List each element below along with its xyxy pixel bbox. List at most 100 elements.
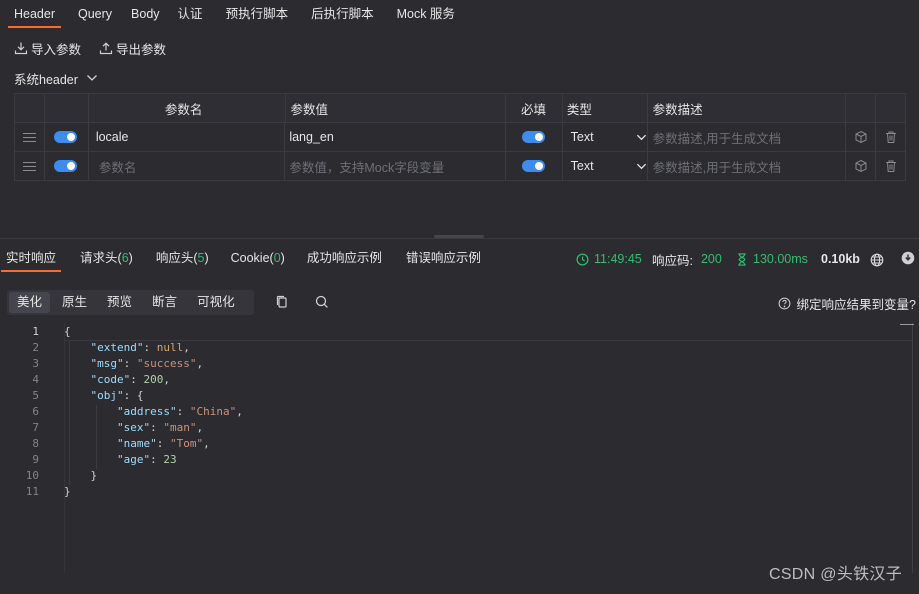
code-line: 9 "age": 23	[0, 452, 900, 468]
code-text: "address": "China",	[117, 404, 243, 420]
view-assert[interactable]: 断言	[144, 292, 185, 313]
params-table: 参数名 参数值 必填 类型 参数描述 locale lang_en Text 参…	[14, 93, 906, 181]
response-tabs: 实时响应 请求头(6) 响应头(5) Cookie(0) 成功响应示例 错误响应…	[0, 245, 481, 272]
col-type: 类型	[563, 94, 648, 122]
code-token: "Tom"	[170, 437, 204, 450]
param-desc-input[interactable]: 参数描述,用于生成文档	[648, 152, 847, 180]
code-text: "obj": {	[91, 388, 144, 404]
export-params-button[interactable]: 导出参数	[99, 39, 166, 58]
enable-toggle[interactable]	[53, 131, 77, 143]
code-line: 10}	[0, 468, 900, 484]
required-toggle[interactable]	[521, 131, 545, 143]
line-number: 9	[32, 453, 39, 466]
drag-handle-icon[interactable]	[22, 161, 36, 171]
type-select[interactable]: Text	[571, 159, 647, 173]
tab-success-example[interactable]: 成功响应示例	[307, 245, 382, 271]
table-row: locale lang_en Text 参数描述,用于生成文档	[15, 123, 905, 152]
globe-icon[interactable]	[870, 253, 884, 267]
required-toggle[interactable]	[521, 160, 545, 172]
code-line: 5 "obj": {	[0, 388, 900, 404]
type-select[interactable]: Text	[571, 130, 647, 144]
type-select-value: Text	[570, 159, 594, 173]
download-circle-icon[interactable]	[901, 251, 915, 265]
param-name-input[interactable]: locale	[89, 123, 286, 151]
status-code: 200	[700, 252, 722, 266]
hourglass-icon	[738, 252, 746, 266]
line-number: 4	[32, 373, 39, 386]
chevron-down-icon	[86, 75, 97, 81]
code-line: 6 "address": "China",	[0, 404, 900, 420]
code-line: 4 "code": 200,	[0, 372, 900, 388]
code-token: ,	[203, 437, 210, 450]
tab-cookie[interactable]: Cookie(0)	[231, 245, 285, 271]
tab-body[interactable]: Body	[131, 0, 160, 28]
tab-response-headers[interactable]: 响应头(5)	[156, 245, 209, 271]
import-params-button[interactable]: 导入参数	[14, 39, 81, 58]
code-token: ,	[236, 405, 243, 418]
trash-icon[interactable]	[884, 130, 898, 144]
param-name-input[interactable]: 参数名	[89, 152, 286, 180]
param-value-input[interactable]: 参数值，支持Mock字段变量	[285, 152, 506, 180]
cube-icon[interactable]	[854, 159, 868, 173]
code-line: 2 "extend": null,	[0, 340, 900, 356]
code-text: "age": 23	[117, 452, 177, 468]
code-token: ,	[183, 341, 190, 354]
tab-request-headers[interactable]: 请求头(6)	[80, 245, 133, 271]
view-beautify[interactable]: 美化	[9, 292, 51, 313]
code-token: 23	[163, 453, 177, 466]
response-time: 11:49:45	[576, 251, 642, 267]
view-mode-tabs: 美化 原生 预览 断言 可视化	[7, 290, 254, 315]
trash-icon[interactable]	[884, 159, 898, 173]
code-text: }	[64, 484, 71, 500]
code-token: : {	[123, 389, 144, 402]
code-token: ,	[163, 373, 170, 386]
copy-icon[interactable]	[274, 294, 290, 310]
code-text: {	[64, 324, 71, 340]
tab-query[interactable]: Query	[78, 0, 112, 28]
code-token: "age"	[117, 453, 151, 466]
enable-toggle[interactable]	[53, 160, 77, 172]
tab-auth[interactable]: 认证	[178, 0, 203, 28]
tab-post-script[interactable]: 后执行脚本	[311, 0, 374, 28]
drag-handle-icon[interactable]	[22, 132, 36, 142]
import-params-label: 导入参数	[31, 42, 82, 57]
panel-divider	[0, 238, 919, 239]
line-number: 3	[32, 357, 39, 370]
code-token: "extend"	[90, 341, 144, 354]
response-timestamp: 11:49:45	[594, 252, 642, 266]
line-number: 2	[32, 341, 39, 354]
line-number: 7	[32, 421, 39, 434]
response-code-editor[interactable]: 1{2 "extend": null, 3 "msg": "success", 4 "co…	[0, 323, 915, 594]
code-token: :	[150, 453, 164, 466]
code-token: "success"	[136, 357, 197, 370]
status-code-label: 响应码:	[652, 253, 693, 268]
system-header-toggle[interactable]: 系统header	[14, 68, 98, 88]
bind-response-variable[interactable]: 绑定响应结果到变量?	[778, 294, 916, 313]
code-token: :	[150, 421, 164, 434]
duration-value: 130.00ms	[753, 252, 808, 266]
table-row: 参数名 参数值，支持Mock字段变量 Text 参数描述,用于生成文档	[15, 152, 905, 181]
param-value-input[interactable]: lang_en	[285, 123, 506, 151]
col-description: 参数描述	[648, 94, 847, 122]
response-duration: 130.00ms	[736, 251, 808, 267]
tab-live-response[interactable]: 实时响应	[0, 245, 62, 272]
tab-header[interactable]: Header	[8, 0, 61, 28]
code-token: :	[130, 373, 144, 386]
request-tabs: Header Query Body 认证 预执行脚本 后执行脚本 Mock 服务	[0, 0, 919, 28]
code-token: :	[143, 341, 157, 354]
resize-handle[interactable]	[434, 235, 484, 238]
view-visualize[interactable]: 可视化	[189, 292, 243, 313]
param-desc-input[interactable]: 参数描述,用于生成文档	[648, 123, 847, 151]
tab-error-example[interactable]: 错误响应示例	[406, 245, 481, 271]
view-raw[interactable]: 原生	[54, 292, 95, 313]
cube-icon[interactable]	[854, 130, 868, 144]
code-line: 11}	[0, 484, 900, 500]
view-preview[interactable]: 预览	[99, 292, 140, 313]
tab-mock-service[interactable]: Mock 服务	[397, 0, 455, 28]
size-value: 0.10kb	[821, 252, 860, 266]
line-number: 8	[32, 437, 39, 450]
tab-pre-script[interactable]: 预执行脚本	[226, 0, 289, 28]
response-size: 0.10kb	[821, 251, 860, 267]
search-icon[interactable]	[314, 294, 330, 310]
code-token: null	[156, 341, 184, 354]
